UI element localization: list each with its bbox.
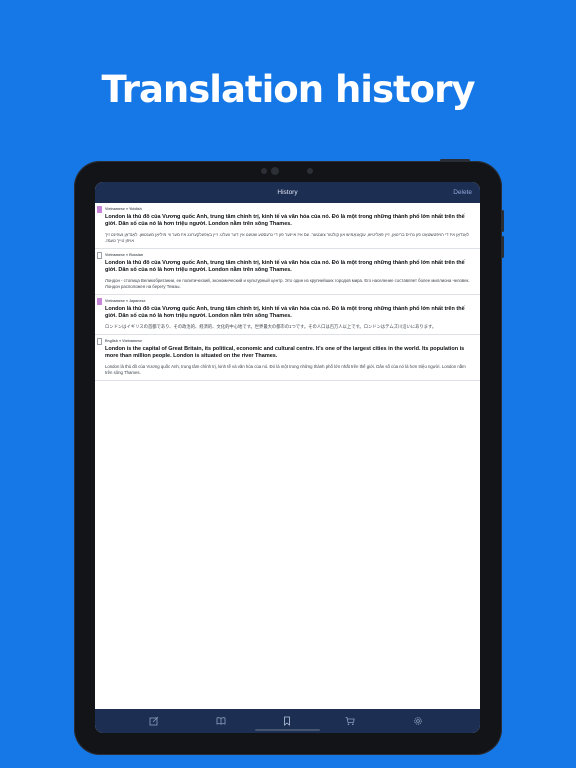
bookmark-icon[interactable] (97, 298, 102, 306)
tablet-volume-button (501, 236, 504, 258)
source-text: London is the capital of Great Britain, … (105, 345, 465, 360)
book-icon (216, 717, 226, 725)
bookmark-icon[interactable] (97, 252, 102, 260)
language-pair: Vietnamese ● Yiddish (105, 207, 142, 211)
history-entry[interactable]: Vietnamese ● Russian London là thủ đô củ… (95, 249, 480, 296)
translated-text: לאָנדאָן איז די הויפּטשטאָט פון גרויס בר… (105, 231, 469, 243)
source-text: London là thủ đô của Vương quốc Anh, tru… (105, 305, 465, 320)
bookmark-icon[interactable] (97, 338, 102, 346)
language-pair: Vietnamese ● Japanese (105, 299, 146, 304)
camera-sensor (307, 168, 313, 174)
tab-bar (95, 709, 480, 733)
language-pair: Vietnamese ● Russian (105, 253, 144, 258)
home-indicator (255, 729, 320, 731)
gear-icon (414, 717, 422, 725)
tablet-top-button (440, 159, 470, 162)
bookmark-icon (284, 716, 290, 726)
translated-text: ロンドンはイギリスの首都であり、その政治的、経済的、文化的中心地です。世界最大の… (105, 323, 437, 329)
camera-lens (271, 167, 279, 175)
source-text: London là thủ đô của Vương quốc Anh, tru… (105, 213, 465, 228)
history-list: Vietnamese ● Yiddish London là thủ đô củ… (95, 203, 480, 709)
promo-headline: Translation history (101, 68, 476, 111)
delete-button[interactable]: Delete (453, 189, 472, 196)
tab-history[interactable] (282, 716, 292, 726)
history-entry[interactable]: Vietnamese ● Yiddish London là thủ đô củ… (95, 203, 480, 250)
translated-text: London là thủ đô của Vương quốc Anh, tru… (105, 363, 466, 375)
language-pair: English ● Vietnamese (105, 339, 143, 344)
navigation-bar: History Delete (95, 182, 480, 203)
translated-text: Лондон - столица Великобритании, ее поли… (105, 277, 470, 289)
history-entry[interactable]: Vietnamese ● Japanese London là thủ đô c… (95, 295, 480, 336)
tab-settings[interactable] (413, 716, 423, 726)
app-screen: History Delete Vietnamese ● Yiddish Lond… (95, 182, 480, 733)
source-text: London là thủ đô của Vương quốc Anh, tru… (105, 259, 465, 274)
edit-icon (149, 716, 159, 726)
cart-icon (345, 717, 355, 726)
tablet-volume-button (501, 210, 504, 232)
tab-dictionary[interactable] (216, 716, 226, 726)
camera-sensor (261, 168, 267, 174)
history-entry[interactable]: English ● Vietnamese London is the capit… (95, 335, 480, 382)
bookmark-icon[interactable] (97, 206, 102, 213)
nav-title: History (277, 189, 298, 196)
tab-translate[interactable] (149, 716, 159, 726)
tab-store[interactable] (345, 716, 355, 726)
